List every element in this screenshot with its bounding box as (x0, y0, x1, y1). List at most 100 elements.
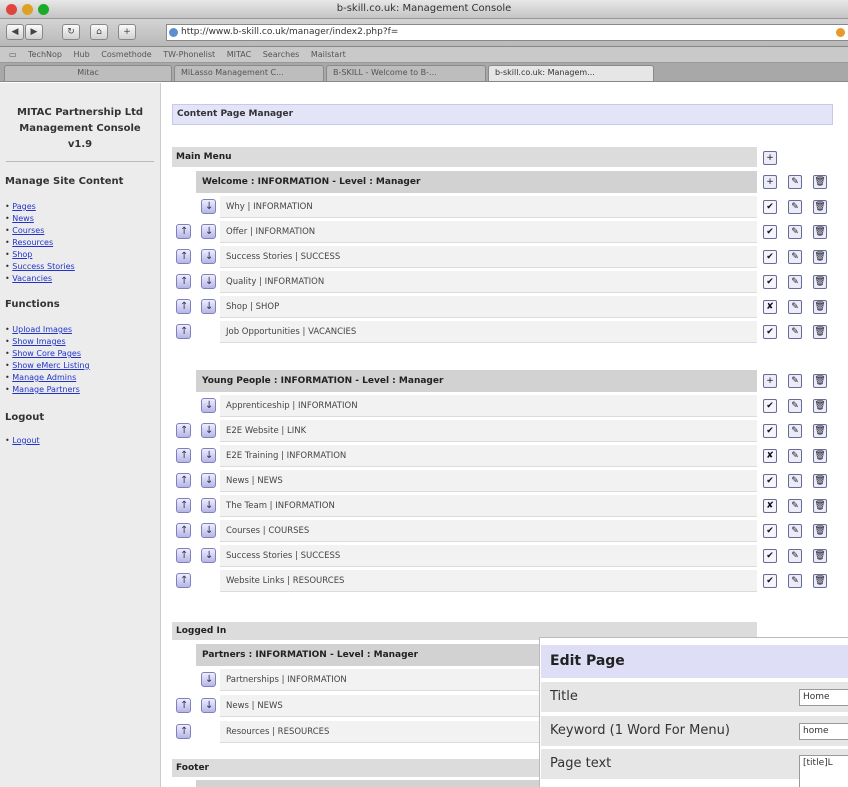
back-arrow-icon[interactable]: ◀ (6, 24, 24, 40)
page-row[interactable]: E2E Website | LINK (220, 420, 757, 442)
bookmark-item[interactable]: Searches (263, 50, 300, 59)
move-down-button[interactable] (201, 698, 216, 713)
edit-icon[interactable]: ✎ (788, 325, 802, 339)
sidebar-link-manage-partners[interactable]: Manage Partners (12, 385, 80, 394)
add-subpage-icon[interactable]: + (763, 374, 777, 388)
move-up-button[interactable] (176, 274, 191, 289)
move-down-button[interactable] (201, 498, 216, 513)
edit-icon[interactable]: ✎ (788, 300, 802, 314)
move-down-button[interactable] (201, 672, 216, 687)
status-toggle-icon[interactable]: ✔ (763, 524, 777, 538)
bookmark-item[interactable]: Hub (74, 50, 90, 59)
edit-icon[interactable]: ✎ (788, 374, 802, 388)
status-toggle-icon[interactable]: ✔ (763, 474, 777, 488)
delete-icon[interactable]: 🗑 (813, 524, 827, 538)
sidebar-link-pages[interactable]: Pages (12, 202, 36, 211)
home-icon[interactable]: ⌂ (90, 24, 108, 40)
address-bar[interactable]: http://www.b-skill.co.uk/manager/index2.… (166, 24, 848, 41)
status-toggle-icon[interactable]: ✔ (763, 325, 777, 339)
status-toggle-icon[interactable]: ✘ (763, 499, 777, 513)
move-down-button[interactable] (201, 548, 216, 563)
move-up-button[interactable] (176, 324, 191, 339)
move-down-button[interactable] (201, 199, 216, 214)
edit-icon[interactable]: ✎ (788, 574, 802, 588)
tab-milasso[interactable]: MiLasso Management C... (174, 65, 324, 81)
edit-icon[interactable]: ✎ (788, 499, 802, 513)
delete-icon[interactable]: 🗑 (813, 275, 827, 289)
move-up-button[interactable] (176, 498, 191, 513)
add-subpage-icon[interactable]: + (763, 175, 777, 189)
tab-management-console[interactable]: b-skill.co.uk: Managem... (488, 65, 654, 81)
move-down-button[interactable] (201, 423, 216, 438)
status-toggle-icon[interactable]: ✘ (763, 449, 777, 463)
sidebar-link-show-emerc[interactable]: Show eMerc Listing (12, 361, 89, 370)
page-text-input[interactable]: [title]L (799, 755, 848, 787)
sidebar-link-success-stories[interactable]: Success Stories (12, 262, 74, 271)
sidebar-link-shop[interactable]: Shop (12, 250, 32, 259)
delete-icon[interactable]: 🗑 (813, 225, 827, 239)
edit-icon[interactable]: ✎ (788, 449, 802, 463)
move-down-button[interactable] (201, 299, 216, 314)
edit-icon[interactable]: ✎ (788, 524, 802, 538)
delete-icon[interactable]: 🗑 (813, 549, 827, 563)
delete-icon[interactable]: 🗑 (813, 424, 827, 438)
move-up-button[interactable] (176, 448, 191, 463)
move-down-button[interactable] (201, 398, 216, 413)
delete-icon[interactable]: 🗑 (813, 175, 827, 189)
delete-icon[interactable]: 🗑 (813, 300, 827, 314)
edit-icon[interactable]: ✎ (788, 275, 802, 289)
move-up-button[interactable] (176, 548, 191, 563)
move-up-button[interactable] (176, 573, 191, 588)
move-up-button[interactable] (176, 224, 191, 239)
edit-icon[interactable]: ✎ (788, 424, 802, 438)
tab-mitac[interactable]: Mitac (4, 65, 172, 81)
delete-icon[interactable]: 🗑 (813, 250, 827, 264)
status-toggle-icon[interactable]: ✔ (763, 225, 777, 239)
status-toggle-icon[interactable]: ✘ (763, 300, 777, 314)
page-row[interactable]: The Team | INFORMATION (220, 495, 757, 517)
keyword-input[interactable]: home (799, 723, 848, 740)
title-input[interactable]: Home (799, 689, 848, 706)
tab-bskill-welcome[interactable]: B-SKILL - Welcome to B-... (326, 65, 486, 81)
move-up-button[interactable] (176, 299, 191, 314)
edit-icon[interactable]: ✎ (788, 175, 802, 189)
status-toggle-icon[interactable]: ✔ (763, 424, 777, 438)
page-row[interactable]: Success Stories | SUCCESS (220, 545, 757, 567)
sidebar-link-resources[interactable]: Resources (12, 238, 53, 247)
delete-icon[interactable]: 🗑 (813, 574, 827, 588)
delete-icon[interactable]: 🗑 (813, 374, 827, 388)
sidebar-link-upload-images[interactable]: Upload Images (12, 325, 72, 334)
sidebar-link-courses[interactable]: Courses (12, 226, 44, 235)
sidebar-link-logout[interactable]: Logout (12, 436, 39, 445)
delete-icon[interactable]: 🗑 (813, 200, 827, 214)
status-toggle-icon[interactable]: ✔ (763, 399, 777, 413)
delete-icon[interactable]: 🗑 (813, 325, 827, 339)
move-up-button[interactable] (176, 473, 191, 488)
bookmark-item[interactable]: Mailstart (311, 50, 346, 59)
move-up-button[interactable] (176, 423, 191, 438)
page-row[interactable]: Offer | INFORMATION (220, 221, 757, 243)
status-toggle-icon[interactable]: ✔ (763, 250, 777, 264)
move-down-button[interactable] (201, 448, 216, 463)
edit-icon[interactable]: ✎ (788, 474, 802, 488)
page-row[interactable]: Courses | COURSES (220, 520, 757, 542)
bookmark-item[interactable]: MITAC (227, 50, 251, 59)
page-row[interactable]: Success Stories | SUCCESS (220, 246, 757, 268)
bookmark-item[interactable]: TW-Phonelist (163, 50, 215, 59)
page-row[interactable]: Apprenticeship | INFORMATION (220, 395, 757, 417)
page-row[interactable]: Website Links | RESOURCES (220, 570, 757, 592)
sidebar-link-show-core-pages[interactable]: Show Core Pages (12, 349, 81, 358)
edit-icon[interactable]: ✎ (788, 399, 802, 413)
page-row[interactable]: Why | INFORMATION (220, 196, 757, 218)
sidebar-link-manage-admins[interactable]: Manage Admins (12, 373, 76, 382)
edit-icon[interactable]: ✎ (788, 225, 802, 239)
edit-icon[interactable]: ✎ (788, 250, 802, 264)
page-row[interactable]: Shop | SHOP (220, 296, 757, 318)
move-up-button[interactable] (176, 698, 191, 713)
move-up-button[interactable] (176, 724, 191, 739)
sidebar-link-show-images[interactable]: Show Images (12, 337, 65, 346)
reload-icon[interactable]: ↻ (62, 24, 80, 40)
edit-icon[interactable]: ✎ (788, 549, 802, 563)
move-down-button[interactable] (201, 249, 216, 264)
delete-icon[interactable]: 🗑 (813, 449, 827, 463)
